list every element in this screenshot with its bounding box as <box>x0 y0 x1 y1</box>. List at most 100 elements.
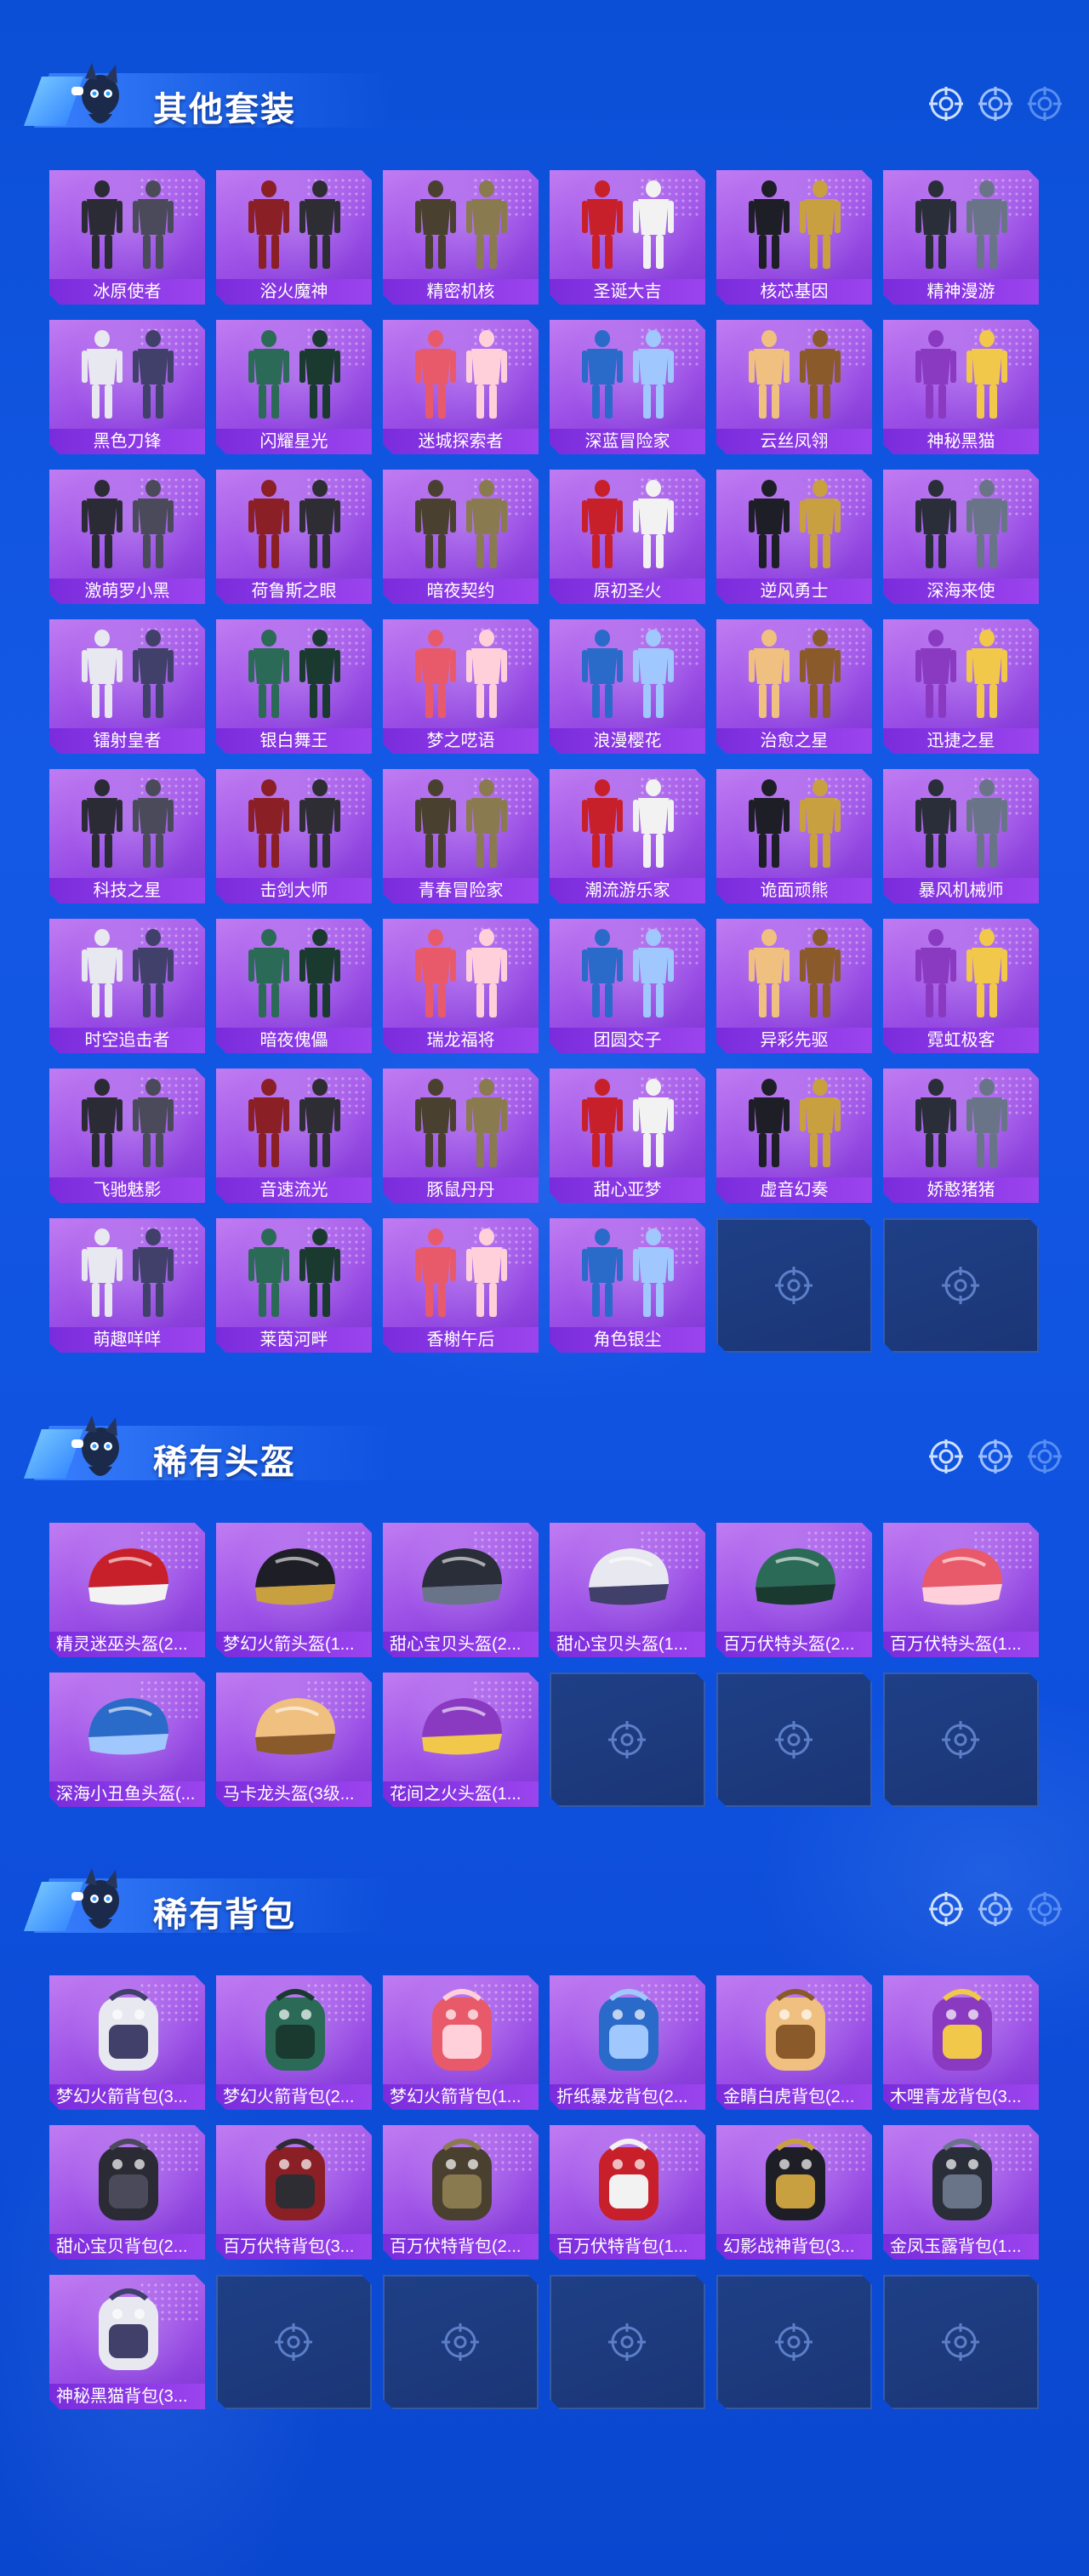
item-card[interactable]: 娇憨猪猪 <box>883 1069 1039 1203</box>
item-card[interactable]: 甜心宝贝头盔(1... <box>550 1523 705 1657</box>
item-card[interactable]: 浪漫樱花 <box>550 619 705 754</box>
item-label: 梦之呓语 <box>383 728 539 754</box>
item-card[interactable]: 暗夜傀儡 <box>216 919 372 1053</box>
outfit-image <box>550 1074 705 1176</box>
item-card[interactable]: 百万伏特背包(3... <box>216 2125 372 2260</box>
helmet-image <box>49 1528 205 1630</box>
item-card[interactable]: 飞驰魅影 <box>49 1069 205 1203</box>
item-card[interactable]: 击剑大师 <box>216 769 372 903</box>
item-card[interactable]: 金睛白虎背包(2... <box>716 1975 872 2110</box>
item-card[interactable]: 荷鲁斯之眼 <box>216 470 372 604</box>
item-card[interactable]: 治愈之星 <box>716 619 872 754</box>
item-label: 浴火魔神 <box>216 279 372 305</box>
item-card[interactable]: 暗夜契约 <box>383 470 539 604</box>
item-label: 异彩先驱 <box>716 1028 872 1053</box>
item-label: 花间之火头盔(1... <box>383 1781 539 1807</box>
item-card[interactable]: 青春冒险家 <box>383 769 539 903</box>
item-card[interactable]: 神秘黑猫 <box>883 320 1039 454</box>
item-card[interactable]: 甜心宝贝背包(2... <box>49 2125 205 2260</box>
backpack-image <box>550 1980 705 2083</box>
item-card[interactable]: 梦幻火箭头盔(1... <box>216 1523 372 1657</box>
item-card[interactable]: 折纸暴龙背包(2... <box>550 1975 705 2110</box>
item-card[interactable]: 精密机核 <box>383 170 539 305</box>
item-card[interactable]: 神秘黑猫背包(3... <box>49 2275 205 2409</box>
item-card[interactable]: 潮流游乐家 <box>550 769 705 903</box>
item-card[interactable]: 黑色刀锋 <box>49 320 205 454</box>
item-label: 百万伏特背包(3... <box>216 2234 372 2260</box>
item-card[interactable]: 梦幻火箭背包(3... <box>49 1975 205 2110</box>
item-card[interactable]: 圣诞大吉 <box>550 170 705 305</box>
item-card[interactable]: 云丝凤翎 <box>716 320 872 454</box>
item-grid: 冰原使者 浴火魔神 精密机核 圣诞大吉 核芯基因 精神漫游黑色刀锋 闪耀星光 迷城探索者 深蓝冒… <box>49 170 1039 1353</box>
item-label: 神秘黑猫背包(3... <box>49 2384 205 2409</box>
item-card[interactable]: 冰原使者 <box>49 170 205 305</box>
item-card[interactable]: 逆风勇士 <box>716 470 872 604</box>
section-header: 稀有背包 <box>0 1848 1089 1941</box>
item-card[interactable]: 镭射皇者 <box>49 619 205 754</box>
item-card[interactable]: 科技之星 <box>49 769 205 903</box>
item-card[interactable]: 音速流光 <box>216 1069 372 1203</box>
item-card[interactable]: 百万伏特背包(2... <box>383 2125 539 2260</box>
item-card[interactable]: 精神漫游 <box>883 170 1039 305</box>
item-card[interactable]: 虚音幻奏 <box>716 1069 872 1203</box>
item-label: 荷鲁斯之眼 <box>216 578 372 604</box>
item-card[interactable]: 时空追击者 <box>49 919 205 1053</box>
helmet-image <box>216 1678 372 1780</box>
item-card[interactable]: 团圆交子 <box>550 919 705 1053</box>
item-card[interactable]: 百万伏特头盔(1... <box>883 1523 1039 1657</box>
outfit-image <box>550 175 705 277</box>
item-card[interactable]: 迅捷之星 <box>883 619 1039 754</box>
item-card[interactable]: 梦之呓语 <box>383 619 539 754</box>
outfit-image <box>49 1074 205 1176</box>
item-card[interactable]: 幻影战神背包(3... <box>716 2125 872 2260</box>
backpack-image <box>216 1980 372 2083</box>
item-label: 百万伏特头盔(2... <box>716 1632 872 1657</box>
item-card[interactable]: 莱茵河畔 <box>216 1218 372 1353</box>
item-card[interactable]: 梦幻火箭背包(2... <box>216 1975 372 2110</box>
item-card[interactable]: 香榭午后 <box>383 1218 539 1353</box>
item-card[interactable]: 角色银尘 <box>550 1218 705 1353</box>
item-card[interactable]: 精灵迷巫头盔(2... <box>49 1523 205 1657</box>
item-card[interactable]: 暴风机械师 <box>883 769 1039 903</box>
item-card[interactable]: 梦幻火箭背包(1... <box>383 1975 539 2110</box>
item-card[interactable]: 甜心宝贝头盔(2... <box>383 1523 539 1657</box>
item-card[interactable]: 霓虹极客 <box>883 919 1039 1053</box>
outfit-image <box>216 1223 372 1325</box>
item-card[interactable]: 浴火魔神 <box>216 170 372 305</box>
item-card[interactable]: 原初圣火 <box>550 470 705 604</box>
item-card[interactable]: 核芯基因 <box>716 170 872 305</box>
item-card[interactable]: 激萌罗小黑 <box>49 470 205 604</box>
item-card[interactable]: 诡面顽熊 <box>716 769 872 903</box>
item-card[interactable]: 木哩青龙背包(3... <box>883 1975 1039 2110</box>
helmet-image <box>49 1678 205 1780</box>
item-card[interactable]: 百万伏特头盔(2... <box>716 1523 872 1657</box>
item-label: 木哩青龙背包(3... <box>883 2084 1039 2110</box>
item-card[interactable]: 银白舞王 <box>216 619 372 754</box>
outfit-image <box>883 1074 1039 1176</box>
item-card[interactable]: 异彩先驱 <box>716 919 872 1053</box>
section-rare-backpacks: 稀有背包 梦幻火箭背包(3... 梦幻火箭背包(2... 梦幻火箭背包(1... 折纸… <box>0 1848 1089 1941</box>
item-card[interactable]: 豚鼠丹丹 <box>383 1069 539 1203</box>
item-card[interactable]: 花间之火头盔(1... <box>383 1673 539 1807</box>
item-card[interactable]: 深蓝冒险家 <box>550 320 705 454</box>
item-label: 青春冒险家 <box>383 878 539 903</box>
item-label: 瑞龙福将 <box>383 1028 539 1053</box>
item-card[interactable]: 马卡龙头盔(3级... <box>216 1673 372 1807</box>
item-label: 豚鼠丹丹 <box>383 1177 539 1203</box>
outfit-image <box>49 774 205 876</box>
item-label: 诡面顽熊 <box>716 878 872 903</box>
item-grid: 精灵迷巫头盔(2... 梦幻火箭头盔(1... 甜心宝贝头盔(2... 甜心宝贝头盔(… <box>49 1523 1039 1807</box>
outfit-image <box>383 1074 539 1176</box>
item-card[interactable]: 闪耀星光 <box>216 320 372 454</box>
item-card[interactable]: 深海来使 <box>883 470 1039 604</box>
item-card[interactable]: 深海小丑鱼头盔(... <box>49 1673 205 1807</box>
item-card[interactable]: 瑞龙福将 <box>383 919 539 1053</box>
crosshair-icon <box>978 87 1012 121</box>
item-card[interactable]: 甜心亚梦 <box>550 1069 705 1203</box>
item-card[interactable]: 迷城探索者 <box>383 320 539 454</box>
item-card[interactable]: 金凤玉露背包(1... <box>883 2125 1039 2260</box>
item-card[interactable]: 百万伏特背包(1... <box>550 2125 705 2260</box>
section-header: 其他套装 <box>0 43 1089 136</box>
item-card[interactable]: 萌趣咩咩 <box>49 1218 205 1353</box>
outfit-image <box>550 475 705 577</box>
